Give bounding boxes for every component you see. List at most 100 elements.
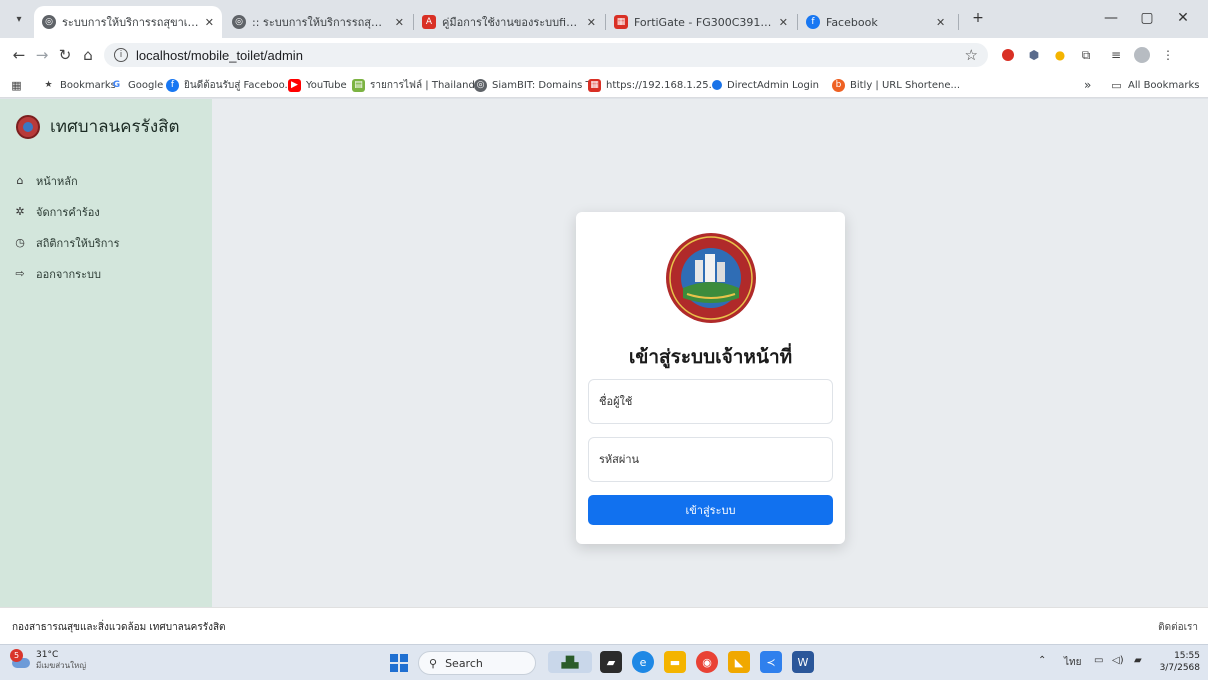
- sidebar-item-statistics[interactable]: ◷ สถิติการให้บริการ: [14, 227, 119, 258]
- page-content: เทศบาลนครรังสิต ⌂ หน้าหลัก ✲ จัดการคำร้อ…: [0, 99, 1208, 607]
- logout-icon: ⇨: [15, 267, 25, 280]
- municipality-logo: [16, 114, 40, 139]
- apps-grid-icon[interactable]: ▦: [10, 77, 28, 93]
- home-button[interactable]: ⌂: [77, 44, 99, 66]
- brand[interactable]: เทศบาลนครรังสิต: [16, 113, 180, 140]
- close-tab-facebook-button[interactable]: ✕: [930, 6, 954, 38]
- globe-icon: ◎: [474, 78, 487, 92]
- home-icon: ⌂: [16, 174, 24, 187]
- volume-icon[interactable]: ◁): [1112, 655, 1124, 666]
- sidebar-item-label: ออกจากระบบ: [36, 267, 101, 281]
- forward-button[interactable]: →: [31, 44, 53, 66]
- bookmark-file-list[interactable]: ▤ รายการไฟล์ | Thailand...: [352, 77, 484, 93]
- folder-icon: ▭: [1111, 78, 1122, 92]
- bookmark-google[interactable]: G Google: [110, 77, 163, 93]
- tab-fortigate[interactable]: ▦ FortiGate - FG300C3913604473 ✕: [606, 6, 796, 38]
- restore-icon: ▢: [1140, 10, 1154, 26]
- bookmark-bookmarks[interactable]: ★ Bookmarks: [42, 77, 115, 93]
- reload-button[interactable]: ↻: [54, 44, 76, 66]
- browser-tab-strip: ▾ ◎ ระบบการให้บริการรถสุขาเคลื่อนที่ กอ …: [0, 0, 1208, 38]
- bookmark-siambit[interactable]: ◎ SiamBIT: Domains T...: [474, 77, 600, 93]
- weather-widget[interactable]: 5 31°C มีเมฆส่วนใหญ่: [10, 649, 86, 671]
- star-icon: ★: [44, 80, 53, 90]
- network-icon[interactable]: ▭: [1094, 655, 1103, 666]
- bookmark-directadmin[interactable]: DirectAdmin Login: [712, 77, 819, 93]
- sticky-app-icon[interactable]: ◣: [728, 651, 750, 673]
- login-card: เข้าสู่ระบบเจ้าหน้าที่ เข้าสู่ระบบ: [576, 212, 845, 544]
- footer-contact-link[interactable]: ติดต่อเรา: [1158, 620, 1198, 635]
- site-info-icon[interactable]: i: [114, 48, 128, 62]
- bulb-extension-icon[interactable]: ●: [1052, 47, 1068, 63]
- bookmark-youtube[interactable]: ▶ YouTube: [288, 77, 347, 93]
- record-extension-icon[interactable]: [1000, 47, 1016, 63]
- page-footer: กองสาธารณสุขและสิ่งแวดล้อม เทศบาลนครรังส…: [0, 607, 1208, 644]
- word-icon[interactable]: W: [792, 651, 814, 673]
- restore-button[interactable]: ▢: [1130, 6, 1164, 30]
- arrow-right-icon: →: [35, 46, 49, 64]
- clock-date: 3/7/2568: [1159, 663, 1200, 673]
- weather-cloud-icon: 5: [10, 649, 32, 671]
- extensions-puzzle-icon[interactable]: ⧉: [1078, 47, 1094, 63]
- home-icon: ⌂: [83, 46, 93, 64]
- close-window-button[interactable]: ✕: [1166, 6, 1200, 30]
- input-language-indicator[interactable]: ไทย: [1064, 655, 1081, 670]
- tab-search-menu-icon[interactable]: ▾: [8, 8, 30, 30]
- google-icon: G: [112, 80, 121, 90]
- sidebar-item-manage-requests[interactable]: ✲ จัดการคำร้อง: [14, 196, 120, 227]
- sidebar-item-logout[interactable]: ⇨ ออกจากระบบ: [14, 258, 120, 289]
- bookmark-fortigate-ip[interactable]: ▦ https://192.168.1.25...: [588, 77, 718, 93]
- file-icon: ▤: [352, 78, 365, 92]
- file-explorer-icon[interactable]: ▬: [664, 651, 686, 673]
- clock-time: 15:55: [1174, 651, 1200, 661]
- cube-extension-icon[interactable]: ⬢: [1026, 47, 1042, 63]
- all-bookmarks-button[interactable]: ▭ All Bookmarks: [1110, 77, 1199, 93]
- login-button[interactable]: เข้าสู่ระบบ: [588, 495, 833, 525]
- battery-icon[interactable]: ▰: [1134, 655, 1142, 666]
- vscode-icon[interactable]: ≺: [760, 651, 782, 673]
- chrome-browser-icon[interactable]: ◉: [696, 651, 718, 673]
- fortigate-icon: ▦: [588, 78, 601, 92]
- weather-temperature: 31°C: [36, 649, 59, 660]
- login-title: เข้าสู่ระบบเจ้าหน้าที่: [628, 346, 793, 368]
- kebab-menu-icon[interactable]: ⋮: [1160, 47, 1176, 63]
- tab-separator: [958, 14, 959, 30]
- tab-mobile-toilet-admin[interactable]: ◎ ระบบการให้บริการรถสุขาเคลื่อนที่ กอ ✕: [34, 6, 222, 38]
- pdf-icon: A: [422, 15, 436, 29]
- close-icon: ✕: [1177, 10, 1189, 26]
- more-bookmarks-button[interactable]: »: [1084, 77, 1091, 93]
- facebook-icon: f: [166, 78, 179, 92]
- bookmark-star-icon[interactable]: ☆: [965, 46, 978, 64]
- address-bar[interactable]: i localhost/mobile_toilet/admin ☆: [104, 43, 988, 67]
- close-tab-icon[interactable]: ✕: [779, 16, 788, 29]
- taskbar-app-thumbnail-icon[interactable]: ▟▙: [548, 651, 592, 673]
- username-field[interactable]: [588, 379, 833, 424]
- minimize-button[interactable]: —: [1094, 6, 1128, 30]
- new-tab-button[interactable]: +: [964, 6, 992, 30]
- password-field[interactable]: [588, 437, 833, 482]
- search-icon: ⚲: [429, 656, 438, 670]
- gear-icon: ✲: [15, 205, 25, 218]
- windows-taskbar: 5 31°C มีเมฆส่วนใหญ่ ⚲ Search ▟▙ ▰ e ▬ ◉…: [0, 644, 1208, 680]
- windows-start-icon[interactable]: [390, 654, 408, 672]
- close-tab-icon[interactable]: ✕: [936, 16, 945, 29]
- back-button[interactable]: ←: [8, 44, 30, 66]
- system-clock[interactable]: 15:55 3/7/2568: [1160, 650, 1200, 674]
- weather-badge: 5: [10, 649, 23, 662]
- taskbar-app-icon[interactable]: ▰: [600, 651, 622, 673]
- bookmark-facebook[interactable]: f ยินดีต้อนรับสู่ Faceboo...: [166, 77, 294, 93]
- media-queue-icon[interactable]: ≡: [1108, 47, 1124, 63]
- sidebar-item-home[interactable]: ⌂ หน้าหลัก: [14, 165, 120, 196]
- tab-mobile-toilet-public[interactable]: ◎ :: ระบบการให้บริการรถสุขาเคลื่อนที่ ::…: [224, 6, 412, 38]
- close-tab-icon[interactable]: ✕: [205, 16, 214, 29]
- sidebar: เทศบาลนครรังสิต ⌂ หน้าหลัก ✲ จัดการคำร้อ…: [0, 99, 212, 607]
- tray-overflow-icon[interactable]: ⌃: [1038, 655, 1046, 666]
- close-tab-icon[interactable]: ✕: [395, 16, 404, 29]
- municipality-seal-logo: [666, 233, 756, 323]
- edge-browser-icon[interactable]: e: [632, 651, 654, 673]
- profile-avatar[interactable]: [1134, 47, 1150, 63]
- footer-organization: กองสาธารณสุขและสิ่งแวดล้อม เทศบาลนครรังส…: [12, 622, 226, 633]
- bookmark-bitly[interactable]: b Bitly | URL Shortene...: [832, 77, 960, 93]
- taskbar-search[interactable]: ⚲ Search: [418, 651, 536, 675]
- close-tab-icon[interactable]: ✕: [587, 16, 596, 29]
- tab-manual-pdf[interactable]: A คู่มือการใช้งานของระบบfinal-1.pdf ✕: [414, 6, 604, 38]
